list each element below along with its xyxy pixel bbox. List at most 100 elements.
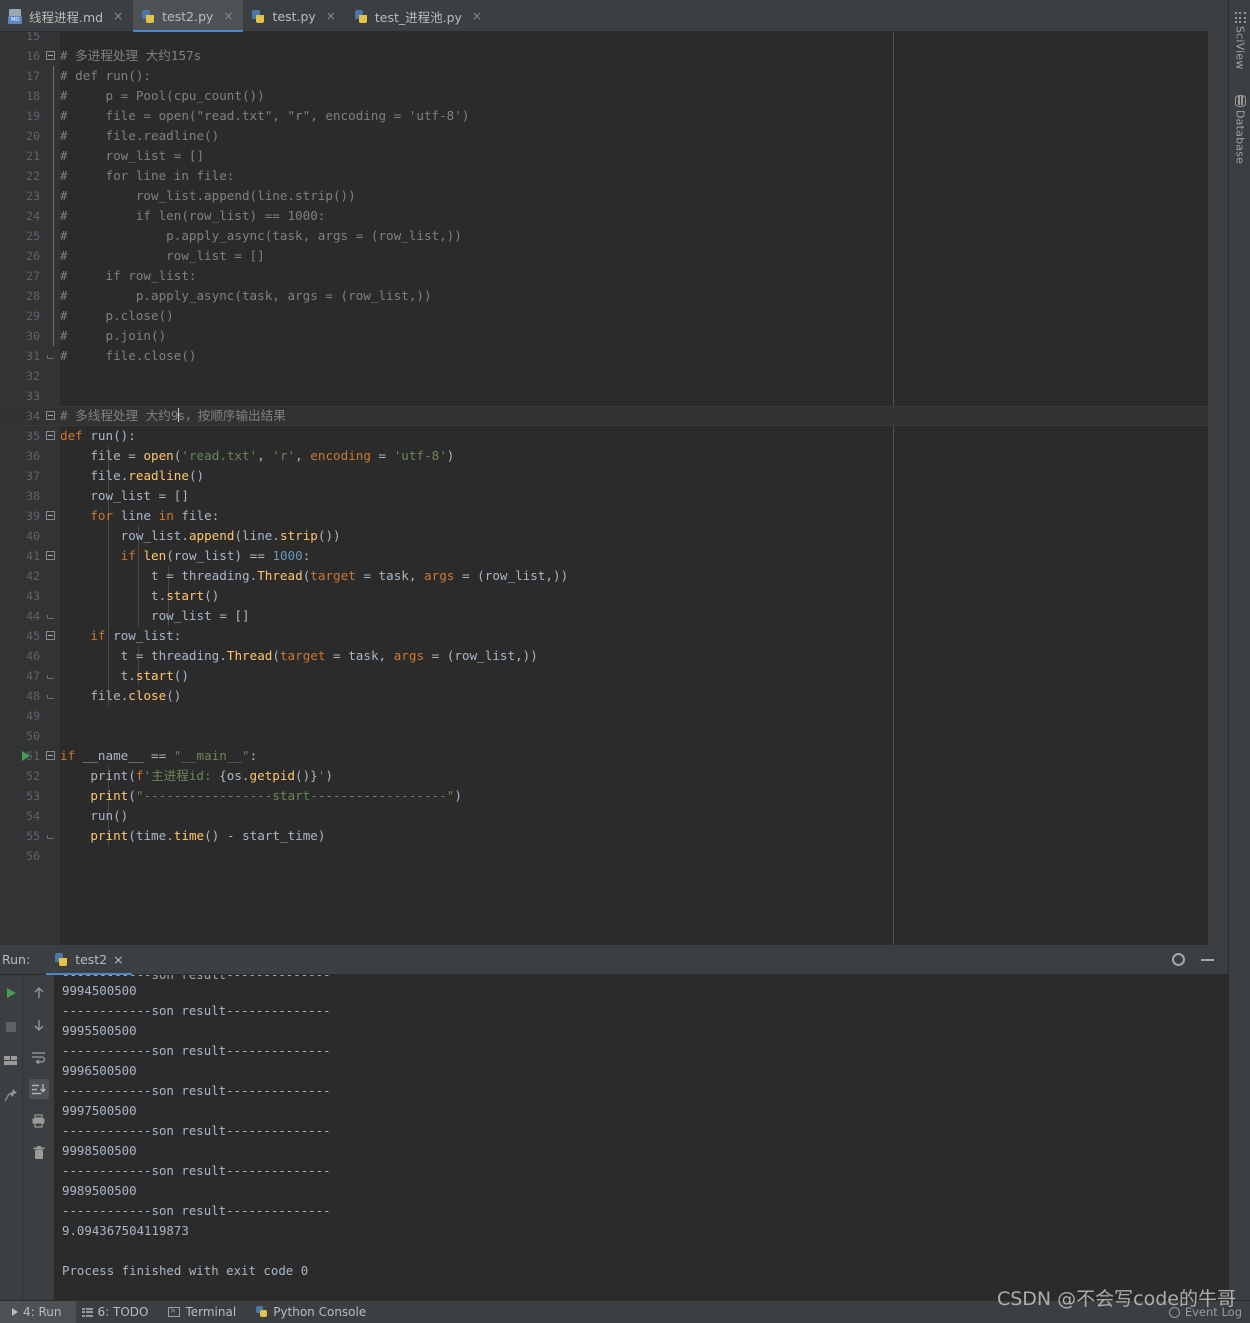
- code-line: 46 t = threading.Thread(target = task, a…: [0, 646, 1208, 666]
- close-icon[interactable]: ×: [113, 10, 123, 22]
- fold-marker[interactable]: [44, 406, 57, 426]
- fold-marker[interactable]: [44, 86, 57, 106]
- trash-icon[interactable]: [29, 1143, 49, 1163]
- line-number: 42: [26, 569, 40, 583]
- rerun-icon[interactable]: [1, 983, 21, 1003]
- run-panel-title: Run:: [2, 952, 31, 967]
- code-line: 52 print(f'主进程id: {os.getpid()}'): [0, 766, 1208, 786]
- fold-marker[interactable]: [44, 426, 57, 446]
- console-line: ------------son result--------------: [62, 1163, 331, 1178]
- code-text: # p.apply_async(task, args = (row_list,)…: [60, 228, 462, 243]
- fold-marker[interactable]: [44, 626, 57, 646]
- minimize-icon[interactable]: [1201, 958, 1214, 961]
- line-number: 16: [26, 49, 40, 63]
- console-line: 9989500500: [62, 1183, 137, 1198]
- print-icon[interactable]: [29, 1111, 49, 1131]
- line-number: 48: [26, 689, 40, 703]
- status-item-todo[interactable]: 6: TODO: [76, 1301, 163, 1323]
- fold-marker[interactable]: [44, 106, 57, 126]
- scroll-to-end-icon[interactable]: [28, 1079, 49, 1099]
- run-toolbar-secondary: [22, 975, 54, 1300]
- fold-marker[interactable]: [44, 326, 57, 346]
- fold-marker[interactable]: [44, 746, 57, 766]
- fold-marker[interactable]: [44, 66, 57, 86]
- fold-marker[interactable]: [44, 666, 57, 686]
- fold-marker[interactable]: [44, 186, 57, 206]
- fold-marker[interactable]: [44, 826, 57, 846]
- code-editor[interactable]: 15 16 # 多进程处理 大约157s 17 # def run(): 18 # p = …: [0, 32, 1208, 945]
- line-number: 18: [26, 89, 40, 103]
- status-item-run[interactable]: 4: Run: [0, 1300, 76, 1323]
- run-panel-body: ------------son result-------------- 999…: [0, 975, 1228, 1300]
- terminal-icon: [168, 1306, 181, 1317]
- stop-icon[interactable]: [1, 1017, 21, 1037]
- fold-marker[interactable]: [44, 346, 57, 366]
- fold-marker[interactable]: [44, 166, 57, 186]
- line-number: 50: [26, 729, 40, 743]
- gear-icon[interactable]: [1172, 953, 1185, 966]
- fold-marker[interactable]: [44, 306, 57, 326]
- code-text: # row_list = []: [60, 148, 205, 163]
- code-line: 44 row_list = []: [0, 606, 1208, 626]
- gutter-run-icon[interactable]: [22, 751, 30, 761]
- fold-marker[interactable]: [44, 246, 57, 266]
- code-line: 40 row_list.append(line.strip()): [0, 526, 1208, 546]
- run-arrow-icon: [12, 1308, 18, 1316]
- fold-marker[interactable]: [44, 146, 57, 166]
- fold-marker[interactable]: [44, 266, 57, 286]
- editor-tab-bar: 线程进程.md × test2.py × test.py × test_进程池.py ×: [0, 0, 1208, 32]
- tool-button-database[interactable]: Database: [1229, 95, 1250, 164]
- code-line: 24 # if len(row_list) == 1000:: [0, 206, 1208, 226]
- close-icon[interactable]: ×: [472, 10, 482, 22]
- line-number: 25: [26, 229, 40, 243]
- fold-marker[interactable]: [44, 206, 57, 226]
- code-line: 37 file.readline(): [0, 466, 1208, 486]
- line-number: 26: [26, 249, 40, 263]
- close-icon[interactable]: ×: [326, 10, 336, 22]
- line-number: 56: [26, 849, 40, 863]
- code-text: # p.join(): [60, 328, 167, 343]
- code-text: # p.close(): [60, 308, 174, 323]
- fold-marker[interactable]: [44, 286, 57, 306]
- editor-tab-1[interactable]: 线程进程.md ×: [0, 0, 133, 32]
- status-item-terminal[interactable]: Terminal: [162, 1301, 250, 1323]
- soft-wrap-icon[interactable]: [29, 1047, 49, 1067]
- code-line: 16 # 多进程处理 大约157s: [0, 46, 1208, 66]
- run-tab-test2[interactable]: test2 ×: [46, 945, 133, 975]
- run-console-output[interactable]: ------------son result-------------- 999…: [54, 975, 1228, 1300]
- close-icon[interactable]: ×: [113, 952, 123, 967]
- fold-marker[interactable]: [44, 606, 57, 626]
- fold-marker[interactable]: [44, 686, 57, 706]
- close-icon[interactable]: ×: [223, 10, 233, 22]
- status-item-run-label: 4: Run: [23, 1305, 62, 1319]
- status-item-python-console[interactable]: Python Console: [250, 1301, 380, 1323]
- fold-marker[interactable]: [44, 546, 57, 566]
- fold-marker[interactable]: [44, 126, 57, 146]
- arrow-up-icon[interactable]: [29, 983, 49, 1003]
- code-text: # p = Pool(cpu_count()): [60, 88, 265, 103]
- code-line: 29 # p.close(): [0, 306, 1208, 326]
- editor-tab-2[interactable]: test2.py ×: [133, 0, 244, 32]
- code-line: 32: [0, 366, 1208, 386]
- layout-icon[interactable]: [1, 1051, 21, 1071]
- line-number: 30: [26, 329, 40, 343]
- fold-marker[interactable]: [44, 506, 57, 526]
- code-text: file = open('read.txt', 'r', encoding = …: [90, 448, 455, 463]
- code-line: 50: [0, 726, 1208, 746]
- editor-tab-4[interactable]: test_进程池.py ×: [346, 0, 492, 32]
- fold-marker[interactable]: [44, 226, 57, 246]
- code-line: 21 # row_list = []: [0, 146, 1208, 166]
- line-number: 35: [26, 429, 40, 443]
- line-number: 53: [26, 789, 40, 803]
- line-number: 34: [26, 409, 40, 423]
- arrow-down-icon[interactable]: [29, 1015, 49, 1035]
- editor-tab-3[interactable]: test.py ×: [243, 0, 345, 32]
- tool-button-sciview[interactable]: SciView: [1229, 12, 1250, 70]
- code-text: # row_list.append(line.strip()): [60, 188, 356, 203]
- fold-marker[interactable]: [44, 46, 57, 66]
- editor-tab-label: test_进程池.py: [374, 9, 462, 25]
- code-text: # file.close(): [60, 348, 197, 363]
- pin-icon[interactable]: [1, 1085, 21, 1105]
- code-text: t = threading.Thread(target = task, args…: [120, 648, 538, 663]
- code-text: row_list = []: [151, 608, 250, 623]
